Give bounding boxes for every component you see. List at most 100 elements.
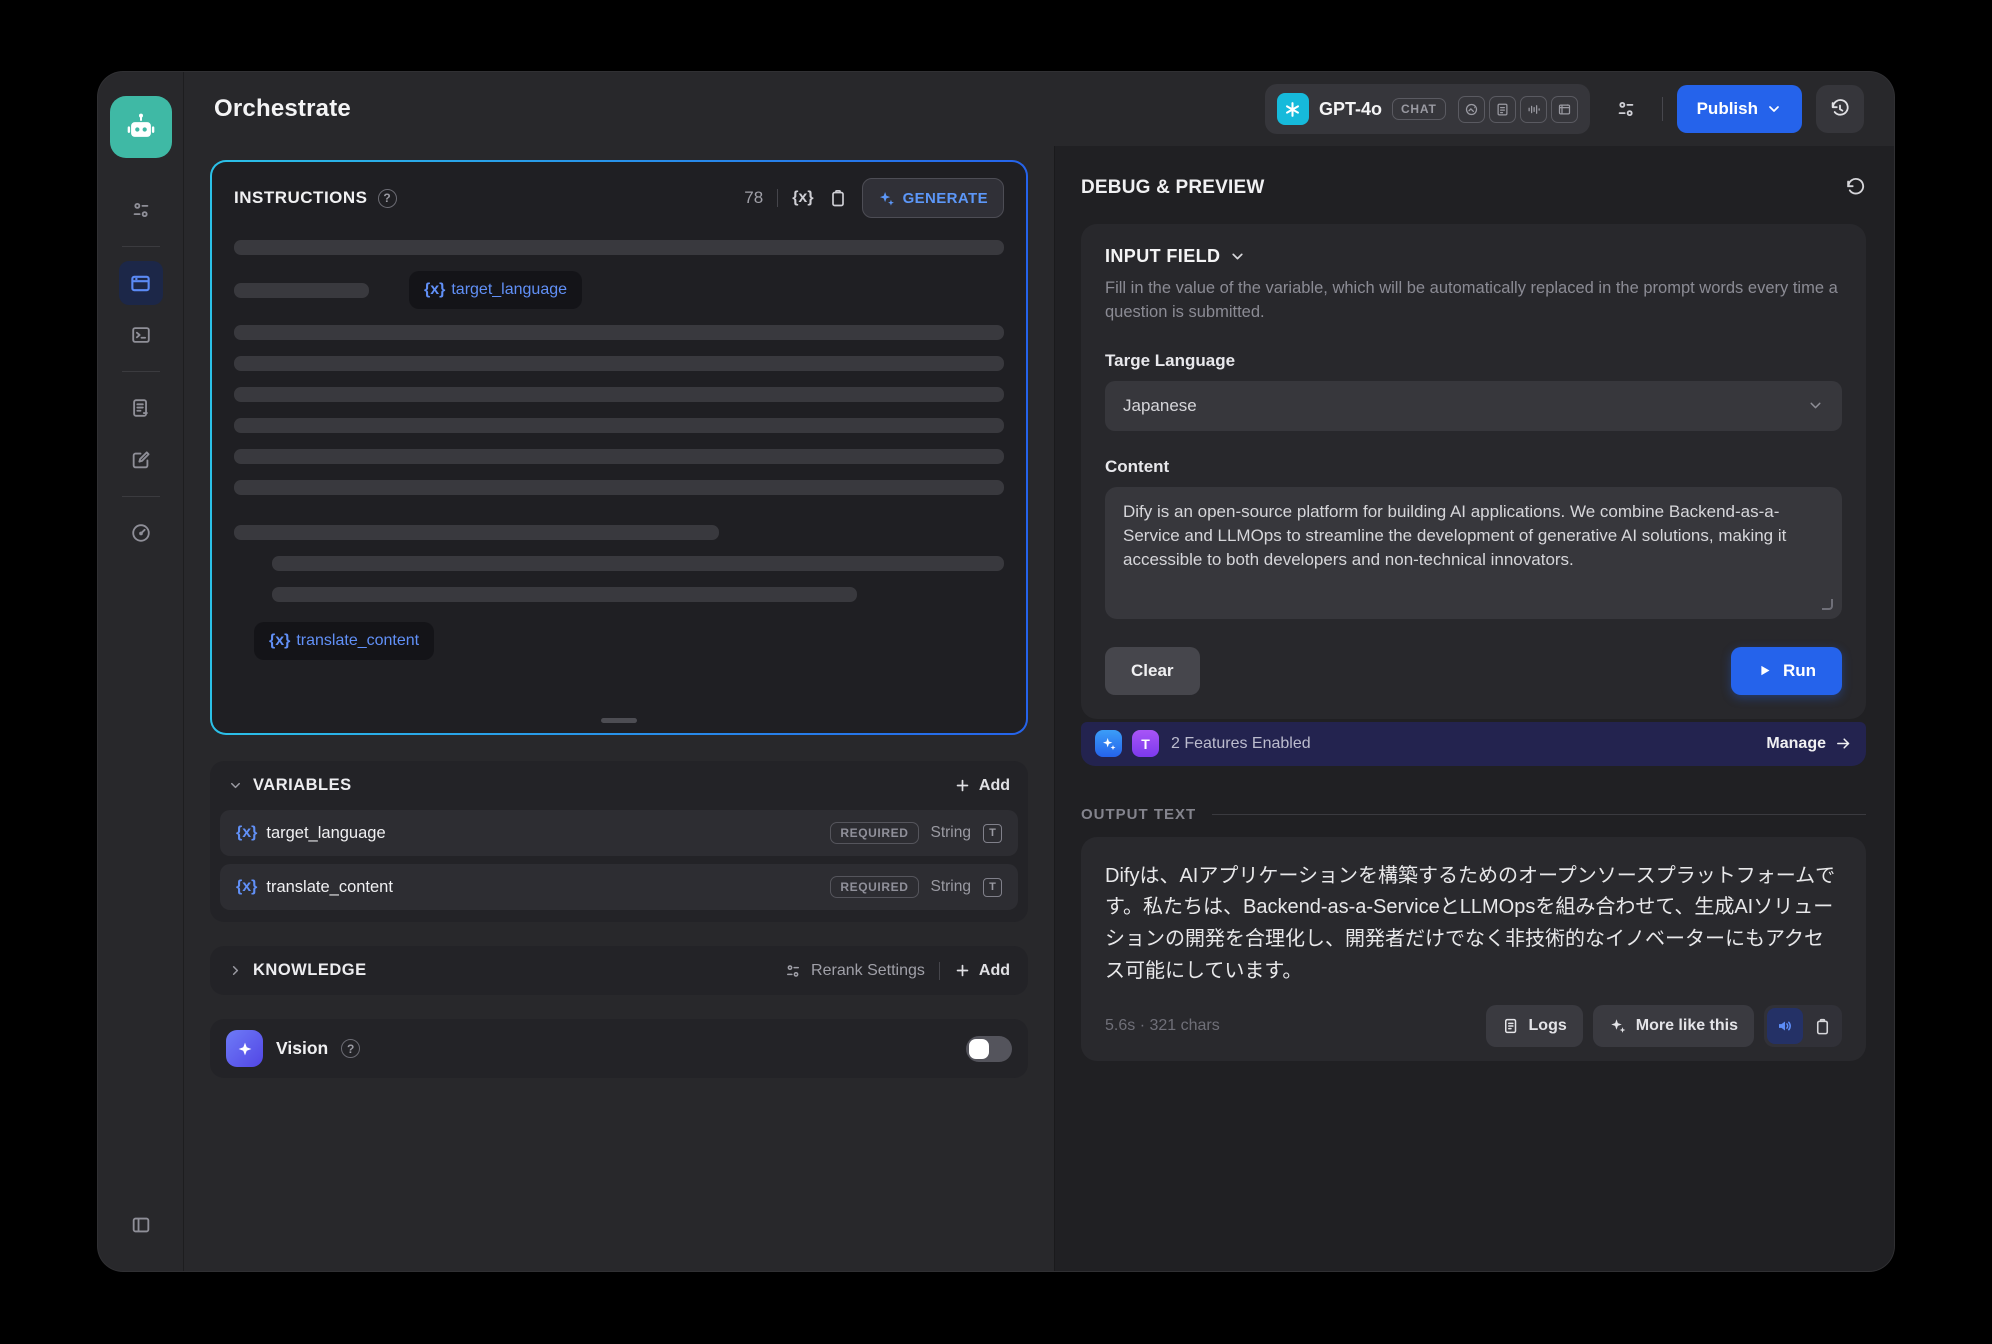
- variable-name: target_language: [266, 824, 385, 843]
- capability-badges: [1458, 96, 1578, 123]
- variable-row-translate-content[interactable]: {x} translate_content REQUIRED String T: [220, 864, 1018, 910]
- model-params-sliders-icon[interactable]: [1604, 87, 1648, 131]
- clear-button[interactable]: Clear: [1105, 647, 1200, 695]
- restart-icon[interactable]: [1844, 177, 1866, 199]
- sparkle-icon: [878, 190, 895, 207]
- knowledge-panel: KNOWLEDGE Rerank Settings Add: [210, 946, 1028, 995]
- features-count: 2 Features Enabled: [1171, 735, 1311, 753]
- debug-preview-title: DEBUG & PREVIEW: [1081, 177, 1265, 199]
- speaker-icon[interactable]: [1767, 1008, 1803, 1044]
- sparkle-icon: [1609, 1017, 1627, 1035]
- language-select[interactable]: Japanese: [1105, 381, 1842, 431]
- add-variable-button[interactable]: Add: [954, 777, 1010, 795]
- chevron-down-icon[interactable]: [228, 778, 243, 793]
- more-like-this-button[interactable]: More like this: [1593, 1005, 1754, 1047]
- text-to-speech-feature-icon: T: [1132, 730, 1159, 757]
- manage-features-button[interactable]: Manage: [1766, 735, 1852, 753]
- run-label: Run: [1783, 661, 1816, 681]
- content-textarea[interactable]: Dify is an open-source platform for buil…: [1105, 487, 1842, 619]
- resize-handle[interactable]: [601, 718, 637, 723]
- output-stats: 5.6s · 321 chars: [1105, 1017, 1220, 1035]
- braces-x-icon: {x}: [269, 632, 290, 650]
- page-title: Orchestrate: [214, 95, 351, 123]
- sidebar-item-orchestrate[interactable]: [119, 261, 163, 305]
- chevron-down-icon: [1766, 101, 1782, 117]
- document-icon: [1489, 96, 1516, 123]
- sidebar-item-monitoring[interactable]: [119, 511, 163, 555]
- sidebar-item-logs[interactable]: [119, 386, 163, 430]
- run-button[interactable]: Run: [1731, 647, 1842, 695]
- skeleton-line: [234, 418, 1004, 433]
- rerank-label: Rerank Settings: [811, 962, 925, 980]
- variable-chip-target-language[interactable]: {x} target_language: [409, 271, 582, 309]
- add-knowledge-button[interactable]: Add: [954, 962, 1010, 980]
- language-field-label: Targe Language: [1105, 351, 1842, 371]
- collapse-sidebar-icon[interactable]: [119, 1203, 163, 1247]
- sidebar-item-settings[interactable]: [119, 188, 163, 232]
- vision-label: Vision: [276, 1038, 328, 1059]
- audio-actions: [1764, 1005, 1842, 1047]
- output-text: Difyは、AIアプリケーションを構築するためのオープンソースプラットフォームで…: [1105, 861, 1842, 987]
- prompt-editor[interactable]: {x} target_language: [212, 226, 1026, 733]
- sidebar-item-annotation[interactable]: [119, 438, 163, 482]
- braces-x-icon: {x}: [236, 824, 257, 842]
- orchestrate-panel: INSTRUCTIONS ? 78 {x}: [184, 146, 1055, 1271]
- history-icon[interactable]: [1816, 85, 1864, 133]
- help-icon[interactable]: ?: [341, 1039, 360, 1058]
- copy-prompt-icon[interactable]: [828, 188, 848, 208]
- variable-type: String: [931, 878, 972, 896]
- generate-label: GENERATE: [903, 190, 988, 207]
- logs-button[interactable]: Logs: [1486, 1005, 1583, 1047]
- video-sparkle-icon: [1551, 96, 1578, 123]
- sidebar-item-terminal[interactable]: [119, 313, 163, 357]
- generate-button[interactable]: GENERATE: [862, 178, 1004, 218]
- publish-button[interactable]: Publish: [1677, 85, 1802, 133]
- vision-toggle[interactable]: [966, 1036, 1012, 1062]
- openai-logo-icon: [1277, 93, 1309, 125]
- variable-chip-translate-content[interactable]: {x} translate_content: [254, 622, 434, 660]
- instructions-title: INSTRUCTIONS: [234, 188, 368, 208]
- features-bar[interactable]: T 2 Features Enabled Manage: [1081, 722, 1866, 766]
- model-selector[interactable]: GPT-4o CHAT: [1265, 84, 1590, 134]
- knowledge-title: KNOWLEDGE: [253, 961, 367, 980]
- app-window: Orchestrate GPT-4o CHAT: [97, 71, 1895, 1272]
- help-icon[interactable]: ?: [378, 189, 397, 208]
- chevron-right-icon[interactable]: [228, 963, 243, 978]
- sidebar-divider: [122, 496, 160, 497]
- rerank-settings-button[interactable]: Rerank Settings: [784, 962, 925, 980]
- output-text-title: OUTPUT TEXT: [1081, 806, 1196, 823]
- vision-panel: Vision ?: [210, 1019, 1028, 1078]
- add-label: Add: [979, 777, 1010, 795]
- image-sparkle-icon: [1458, 96, 1485, 123]
- topbar: Orchestrate GPT-4o CHAT: [184, 72, 1894, 146]
- textarea-resize-handle[interactable]: [1822, 599, 1833, 610]
- skeleton-line: [234, 356, 1004, 371]
- sliders-icon: [784, 962, 802, 980]
- string-type-icon: T: [983, 878, 1002, 897]
- skeleton-line: [272, 556, 1004, 571]
- skeleton-line: [234, 325, 1004, 340]
- variable-row-target-language[interactable]: {x} target_language REQUIRED String T: [220, 810, 1018, 856]
- string-type-icon: T: [983, 824, 1002, 843]
- publish-label: Publish: [1697, 99, 1758, 119]
- char-count: 78: [744, 188, 763, 208]
- logs-label: Logs: [1529, 1017, 1567, 1035]
- manage-label: Manage: [1766, 735, 1826, 753]
- skeleton-line: [234, 283, 369, 298]
- sidebar-divider: [122, 371, 160, 372]
- generate-feature-icon: [1095, 730, 1122, 757]
- insert-variable-icon[interactable]: {x}: [792, 189, 813, 207]
- required-badge: REQUIRED: [830, 876, 918, 898]
- plus-icon: [954, 777, 971, 794]
- variable-name: translate_content: [266, 878, 393, 897]
- content-field-label: Content: [1105, 457, 1842, 477]
- divider: [939, 962, 940, 980]
- app-avatar-robot-icon[interactable]: [110, 96, 172, 158]
- chevron-down-icon: [1807, 397, 1824, 414]
- copy-output-icon[interactable]: [1805, 1009, 1839, 1043]
- variable-chip-label: translate_content: [296, 632, 419, 650]
- chat-mode-badge: CHAT: [1392, 98, 1446, 120]
- waveform-icon: [1520, 96, 1547, 123]
- required-badge: REQUIRED: [830, 822, 918, 844]
- input-field-header[interactable]: INPUT FIELD: [1105, 246, 1842, 267]
